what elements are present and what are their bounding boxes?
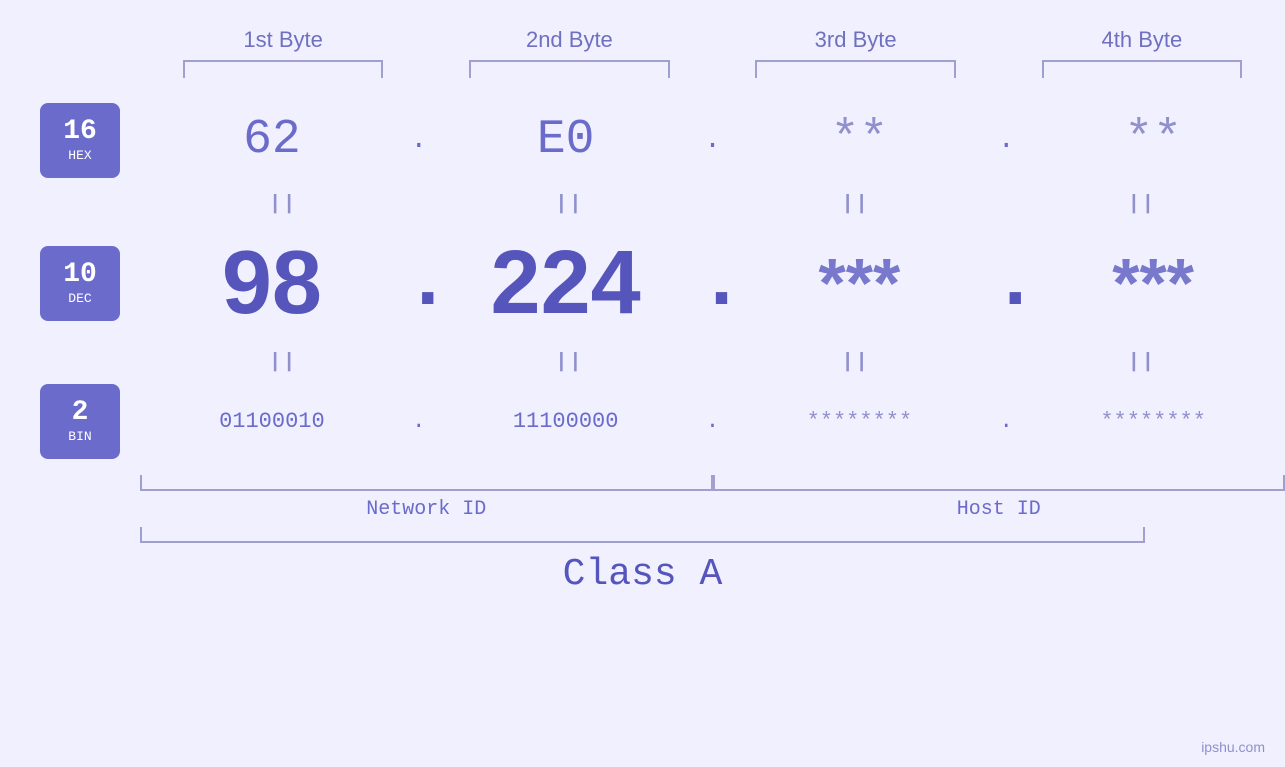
network-bracket (140, 475, 713, 491)
bin-row: 2 BIN 01100010 . 11100000 . ******** . *… (0, 376, 1285, 466)
bin-b4-value: ******** (1100, 409, 1206, 434)
dec-b3-cell: *** (728, 243, 992, 323)
eq1-cell1: || (140, 193, 426, 216)
dec-b2-cell: 224 (434, 232, 698, 335)
hex-b1-cell: 62 (140, 113, 404, 167)
hex-dot3: . (991, 125, 1021, 156)
dec-badge-number: 10 (63, 260, 97, 291)
host-id-label: Host ID (713, 498, 1285, 521)
eq2-cell3: || (713, 351, 999, 374)
bin-b3-cell: ******** (728, 409, 992, 434)
bin-dot2: . (698, 409, 728, 434)
dec-b4-value: *** (1112, 243, 1194, 323)
dec-b1-cell: 98 (140, 232, 404, 335)
eq2-cell4: || (999, 351, 1285, 374)
hex-b4-value: ** (1124, 113, 1182, 167)
eq2-sign1: || (269, 351, 297, 374)
hex-badge-number: 16 (63, 117, 97, 148)
eq1-cell2: || (426, 193, 712, 216)
watermark: ipshu.com (1201, 739, 1265, 755)
eq1-sign1: || (269, 193, 297, 216)
dec-values: 98 . 224 . *** . *** (140, 232, 1285, 335)
bin-b2-value: 11100000 (513, 409, 619, 434)
eq1-sign3: || (842, 193, 870, 216)
equals-row-1: || || || || (140, 190, 1285, 218)
eq2-cell2: || (426, 351, 712, 374)
bracket-cell-2 (426, 60, 712, 78)
bracket-cell-3 (713, 60, 999, 78)
byte-headers: 1st Byte 2nd Byte 3rd Byte 4th Byte (140, 0, 1285, 60)
dec-dot3: . (991, 238, 1021, 329)
bottom-brackets (140, 471, 1285, 491)
bracket-3 (755, 60, 955, 78)
hex-dot2: . (698, 125, 728, 156)
bin-badge: 2 BIN (40, 384, 120, 459)
dec-row: 10 DEC 98 . 224 . *** . *** (0, 218, 1285, 348)
hex-badge: 16 HEX (40, 103, 120, 178)
byte4-header: 4th Byte (999, 27, 1285, 53)
hex-b3-value: ** (831, 113, 889, 167)
main-container: 1st Byte 2nd Byte 3rd Byte 4th Byte 16 H… (0, 0, 1285, 767)
hex-row: 16 HEX 62 . E0 . ** . ** (0, 90, 1285, 190)
bin-b4-cell: ******** (1021, 409, 1285, 434)
bracket-cell-1 (140, 60, 426, 78)
eq1-sign4: || (1128, 193, 1156, 216)
eq1-cell3: || (713, 193, 999, 216)
hex-badge-label: HEX (68, 148, 91, 163)
hex-b1-value: 62 (243, 113, 301, 167)
host-bracket (713, 475, 1285, 491)
class-label: Class A (0, 543, 1285, 601)
dec-dot2: . (698, 238, 728, 329)
hex-dot1: . (404, 125, 434, 156)
dec-b1-value: 98 (222, 232, 322, 335)
dec-badge-label: DEC (68, 291, 91, 306)
eq2-cell1: || (140, 351, 426, 374)
hex-values: 62 . E0 . ** . ** (140, 113, 1285, 167)
bracket-cell-4 (999, 60, 1285, 78)
id-labels: Network ID Host ID (140, 491, 1285, 527)
byte3-header: 3rd Byte (713, 27, 999, 53)
dec-badge: 10 DEC (40, 246, 120, 321)
bin-b1-value: 01100010 (219, 409, 325, 434)
dec-b4-cell: *** (1021, 243, 1285, 323)
hex-b4-cell: ** (1021, 113, 1285, 167)
bin-dot1: . (404, 409, 434, 434)
bin-dot3: . (991, 409, 1021, 434)
hex-b2-cell: E0 (434, 113, 698, 167)
dec-b3-value: *** (819, 243, 901, 323)
bracket-1 (183, 60, 383, 78)
eq2-sign4: || (1128, 351, 1156, 374)
eq1-cell4: || (999, 193, 1285, 216)
byte2-header: 2nd Byte (426, 27, 712, 53)
eq2-sign3: || (842, 351, 870, 374)
bin-b1-cell: 01100010 (140, 409, 404, 434)
bin-b2-cell: 11100000 (434, 409, 698, 434)
top-brackets (140, 60, 1285, 90)
bin-values: 01100010 . 11100000 . ******** . *******… (140, 409, 1285, 434)
dec-b2-value: 224 (491, 232, 641, 335)
network-id-label: Network ID (140, 498, 713, 521)
bin-b3-value: ******** (807, 409, 913, 434)
bin-badge-label: BIN (68, 429, 91, 444)
equals-row-2: || || || || (140, 348, 1285, 376)
bracket-2 (469, 60, 669, 78)
bin-badge-number: 2 (72, 398, 89, 429)
dec-dot1: . (404, 238, 434, 329)
bracket-4 (1042, 60, 1242, 78)
byte1-header: 1st Byte (140, 27, 426, 53)
hex-b3-cell: ** (728, 113, 992, 167)
eq1-sign2: || (555, 193, 583, 216)
hex-b2-value: E0 (537, 113, 595, 167)
full-bracket (140, 527, 1145, 543)
eq2-sign2: || (555, 351, 583, 374)
